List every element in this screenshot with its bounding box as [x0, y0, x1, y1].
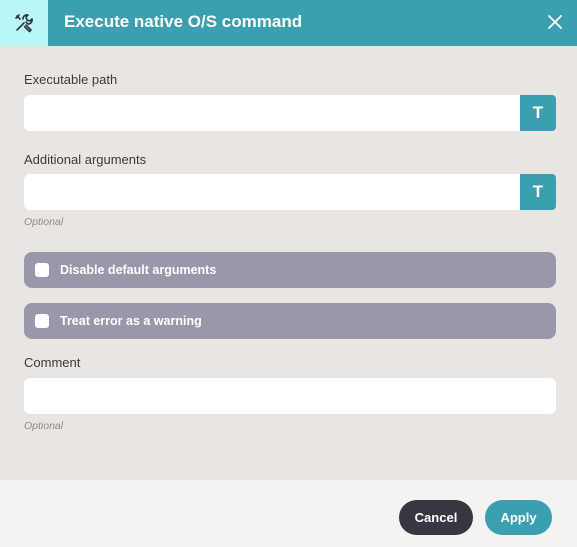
dialog-header: Execute native O/S command [0, 0, 577, 46]
cancel-button[interactable]: Cancel [399, 500, 473, 535]
additional-arguments-type-button[interactable]: T [520, 174, 556, 210]
apply-button[interactable]: Apply [485, 500, 552, 535]
executable-path-row: T [24, 95, 556, 131]
executable-path-input[interactable] [24, 95, 520, 131]
executable-path-type-button[interactable]: T [520, 95, 556, 131]
treat-error-as-warning-label: Treat error as a warning [60, 314, 202, 328]
comment-label: Comment [24, 355, 81, 370]
additional-arguments-input[interactable] [24, 174, 520, 210]
additional-arguments-label: Additional arguments [24, 152, 147, 167]
dialog-title: Execute native O/S command [64, 12, 303, 31]
comment-row [24, 378, 556, 414]
header-icon-box [0, 0, 48, 46]
close-icon [548, 15, 562, 29]
treat-error-as-warning-toggle[interactable]: Treat error as a warning [24, 303, 556, 339]
close-button[interactable] [545, 12, 565, 32]
disable-default-arguments-label: Disable default arguments [60, 263, 217, 277]
treat-error-as-warning-checkbox[interactable] [35, 314, 49, 328]
tools-icon [15, 14, 33, 33]
dialog-footer: Cancel Apply [0, 480, 577, 547]
disable-default-arguments-toggle[interactable]: Disable default arguments [24, 252, 556, 288]
comment-input[interactable] [24, 378, 556, 414]
additional-arguments-row: T [24, 174, 556, 210]
additional-arguments-hint: Optional [24, 216, 64, 228]
comment-hint: Optional [24, 420, 64, 432]
executable-path-label: Executable path [24, 72, 118, 87]
disable-default-arguments-checkbox[interactable] [35, 263, 49, 277]
